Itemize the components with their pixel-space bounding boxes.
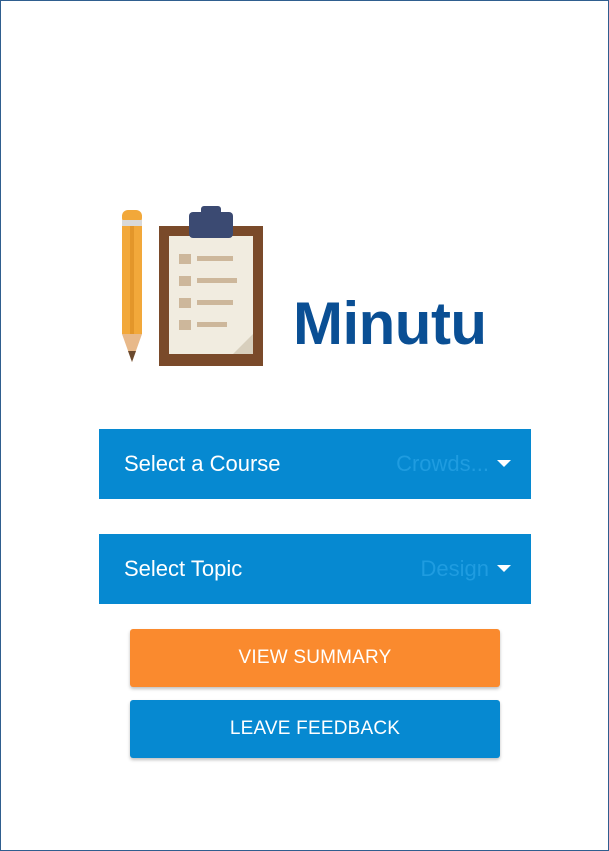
course-select[interactable]: Select a Course Crowds... (99, 429, 531, 499)
topic-select[interactable]: Select Topic Design (99, 534, 531, 604)
app-logo: Minutu (117, 206, 517, 371)
app-name: Minutu (293, 290, 487, 357)
course-select-value: Crowds... (396, 451, 489, 476)
topic-select-value: Design (420, 556, 489, 581)
view-summary-button[interactable]: VIEW SUMMARY (130, 629, 500, 687)
topic-select-label: Select Topic (124, 556, 243, 581)
chevron-down-icon (497, 460, 511, 467)
leave-feedback-button[interactable]: LEAVE FEEDBACK (130, 700, 500, 758)
clipboard-icon (159, 206, 263, 366)
course-select-label: Select a Course (124, 451, 281, 476)
app-screen: Minutu Select a Course Crowds... Select … (0, 0, 609, 851)
pencil-icon (122, 210, 142, 362)
chevron-down-icon (497, 565, 511, 572)
